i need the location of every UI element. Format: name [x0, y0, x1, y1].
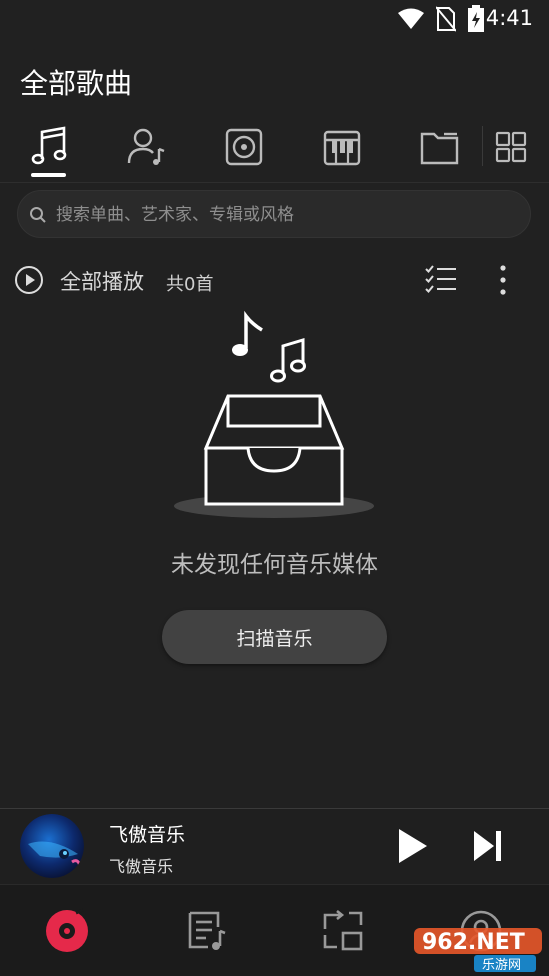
tab-genres[interactable]	[312, 127, 372, 187]
multi-select-icon[interactable]	[425, 264, 457, 294]
tab-songs[interactable]	[19, 126, 79, 186]
song-count: 共0首	[166, 274, 214, 295]
scan-music-button[interactable]: 扫描音乐	[162, 610, 387, 664]
page-title: 全部歌曲	[20, 67, 133, 100]
active-tab-indicator	[31, 173, 66, 177]
play-icon[interactable]	[396, 827, 430, 865]
album-disc-icon	[225, 128, 263, 166]
empty-box-illustration	[174, 310, 374, 518]
artist-icon	[127, 128, 165, 165]
search-icon	[30, 207, 46, 223]
player-song-title: 飞傲音乐	[109, 824, 186, 846]
record-icon	[46, 908, 88, 952]
playlist-icon	[188, 911, 226, 950]
piano-icon	[323, 130, 361, 166]
svg-text:962.NET: 962.NET	[422, 930, 525, 955]
tab-albums[interactable]	[214, 127, 274, 187]
search-input[interactable]	[54, 191, 518, 239]
music-notes-icon	[232, 310, 306, 383]
music-note-icon	[31, 126, 67, 165]
svg-text:乐游网: 乐游网	[482, 958, 521, 973]
battery-charging-icon	[468, 5, 484, 32]
empty-message: 未发现任何音乐媒体	[171, 552, 378, 578]
nav-transfer[interactable]	[317, 905, 369, 957]
tabs-divider	[0, 182, 549, 183]
wifi-icon	[398, 8, 424, 29]
tab-artists[interactable]	[116, 127, 176, 187]
player-song-artist: 飞傲音乐	[109, 857, 174, 876]
next-track-icon[interactable]	[472, 829, 504, 863]
no-sim-icon	[436, 6, 456, 32]
tab-folders[interactable]	[410, 127, 470, 187]
status-bar: 4:41	[0, 0, 549, 40]
nav-music[interactable]	[41, 905, 93, 957]
tab-divider	[482, 126, 483, 166]
album-art-image	[20, 814, 84, 878]
more-options-icon[interactable]	[496, 264, 510, 298]
search-bar[interactable]	[17, 190, 531, 239]
album-art[interactable]	[20, 814, 84, 878]
watermark-logo: 962.NET 乐游网	[414, 928, 542, 973]
clock-time: 4:41	[485, 6, 533, 30]
play-all-icon[interactable]	[14, 265, 44, 295]
folder-icon	[420, 132, 459, 165]
nav-playlist[interactable]	[180, 905, 232, 957]
play-all-label[interactable]: 全部播放	[60, 266, 144, 296]
transfer-icon	[323, 909, 363, 951]
grid-icon	[495, 131, 527, 163]
